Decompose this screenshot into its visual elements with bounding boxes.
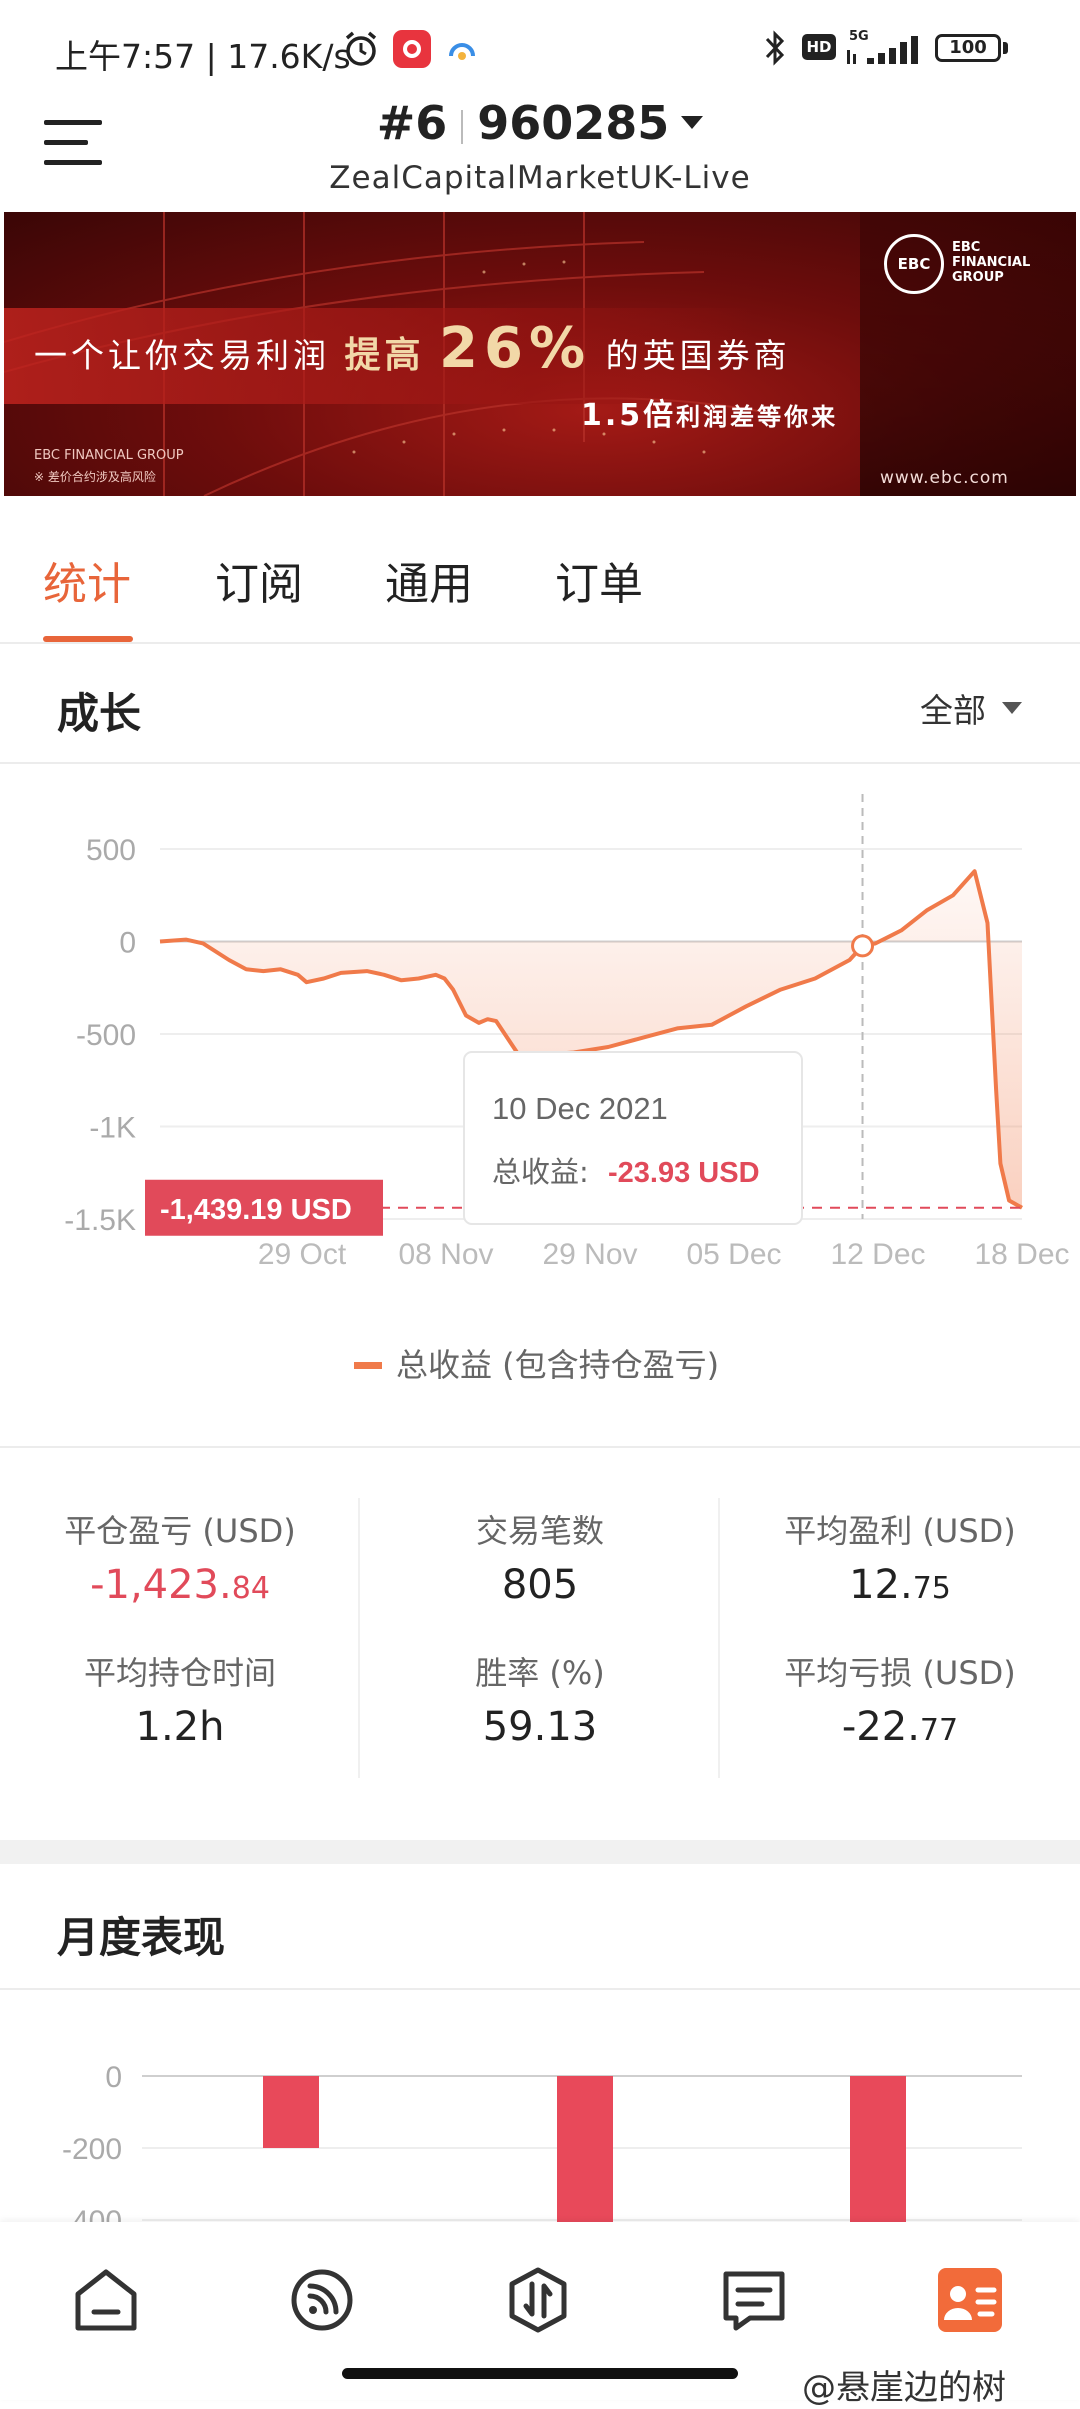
home-icon[interactable] xyxy=(66,2260,146,2340)
y-tick-label: 0 xyxy=(105,2061,122,2094)
battery-tip xyxy=(1003,42,1008,54)
x-tick-label: 29 Oct xyxy=(258,1238,347,1271)
period-filter[interactable]: 全部 xyxy=(920,684,986,732)
weather-app-icon xyxy=(449,43,475,60)
growth-section-header: 成长 全部 xyxy=(0,644,1080,764)
netease-music-icon xyxy=(393,30,431,68)
battery-icon: 100 xyxy=(935,34,1001,62)
server-name: ZealCapitalMarketUK-Live xyxy=(329,160,751,196)
tab-bar: 统计 订阅 通用 订单 xyxy=(0,496,1080,644)
banner-headline: 一个让你交易利润 提高 26% 的英国券商 xyxy=(34,316,791,381)
banner-brand: EBC FINANCIAL GROUP xyxy=(34,448,184,463)
y-tick-label: -400 xyxy=(62,2205,122,2222)
alarm-icon xyxy=(345,31,377,66)
account-prefix: #6 xyxy=(376,96,448,150)
y-tick-label: -1.5K xyxy=(64,1204,136,1237)
tooltip-value: -23.93 USD xyxy=(608,1157,760,1189)
home-indicator xyxy=(342,2368,738,2379)
monthly-bar-chart[interactable]: 0 -200 -400 xyxy=(0,1990,1080,2222)
x-tick-label: 12 Dec xyxy=(830,1238,925,1271)
monthly-bar xyxy=(557,2076,613,2222)
x-tick-label: 05 Dec xyxy=(686,1238,781,1271)
statistics-grid: 平仓盈亏 (USD) -1,423.84 交易笔数 805 平均盈利 (USD)… xyxy=(0,1446,1080,1828)
tab-orders[interactable]: 订单 xyxy=(555,548,643,612)
profile-icon[interactable] xyxy=(930,2260,1010,2340)
account-selector[interactable]: #6 960285 xyxy=(0,96,1080,150)
tab-statistics[interactable]: 统计 xyxy=(43,548,131,612)
monthly-section-header: 月度表现 xyxy=(0,1864,1080,1990)
tooltip-date: 10 Dec 2021 xyxy=(492,1091,668,1126)
status-icons: HD 5G 100 xyxy=(760,26,1080,70)
chevron-down-icon xyxy=(681,116,704,129)
banner-disclaimer: ※ 差价合约涉及高风险 xyxy=(34,470,156,484)
x-tick-label: 08 Nov xyxy=(398,1238,493,1271)
legend-swatch xyxy=(354,1362,382,1369)
chart-legend: 总收益 (包含持仓盈亏) xyxy=(354,1346,719,1384)
ad-banner[interactable]: 一个让你交易利润 提高 26% 的英国券商 1.5倍利润差等你来 EBC EBC… xyxy=(4,212,1076,496)
stat-closed-pnl: 平仓盈亏 (USD) -1,423.84 xyxy=(64,1512,296,1608)
hd-badge: HD xyxy=(802,34,836,60)
y-tick-label: 500 xyxy=(86,834,136,867)
chart-tooltip: 10 Dec 2021 总收益: -23.93 USD xyxy=(463,1051,803,1225)
tab-subscription[interactable]: 订阅 xyxy=(215,548,303,612)
section-title: 月度表现 xyxy=(57,1913,226,1962)
network-type: 5G xyxy=(849,29,869,44)
account-number: 960285 xyxy=(477,96,670,150)
trade-icon[interactable] xyxy=(498,2260,578,2340)
y-tick-label: -200 xyxy=(62,2133,122,2166)
tab-indicator xyxy=(43,636,133,642)
ebc-logo-text: EBC FINANCIAL GROUP xyxy=(952,240,1031,285)
crosshair-point xyxy=(851,934,875,958)
y-tick-label: 0 xyxy=(119,927,136,960)
status-bar: 上午7:57 | 17.6K/s HD 5G 100 xyxy=(0,0,1080,92)
section-title: 成长 xyxy=(57,689,142,738)
banner-subheadline: 1.5倍利润差等你来 xyxy=(581,398,839,433)
messages-icon[interactable] xyxy=(714,2260,794,2340)
section-divider xyxy=(0,1840,1080,1864)
watermark: @悬崖边的树 xyxy=(802,2368,1006,2408)
chevron-down-icon[interactable] xyxy=(1002,702,1022,714)
stat-avg-profit: 平均盈利 (USD) 12.75 xyxy=(784,1512,1016,1608)
stat-avg-holding-time: 平均持仓时间 1.2h xyxy=(83,1654,276,1750)
legend-label: 总收益 (包含持仓盈亏) xyxy=(396,1346,719,1384)
feed-icon[interactable] xyxy=(282,2260,362,2340)
growth-chart[interactable]: 500 0 -500 -1K -1.5K 29 Oct 08 Nov 29 Nov 05 De… xyxy=(0,764,1080,1444)
status-time-speed: 上午7:57 | 17.6K/s xyxy=(55,37,351,76)
stat-win-rate: 胜率 (%) 59.13 xyxy=(475,1654,605,1750)
tooltip-label: 总收益: xyxy=(492,1155,589,1189)
monthly-bar xyxy=(263,2076,319,2148)
y-tick-label: -1K xyxy=(89,1112,136,1145)
x-tick-label: 18 Dec xyxy=(974,1238,1069,1271)
stat-avg-loss: 平均亏损 (USD) -22.77 xyxy=(784,1654,1016,1750)
current-value-label: -1,439.19 USD xyxy=(160,1194,352,1226)
banner-url: www.ebc.com xyxy=(880,468,1009,488)
monthly-bar xyxy=(850,2076,906,2222)
ebc-logo-icon: EBC xyxy=(884,234,944,294)
y-tick-label: -500 xyxy=(76,1019,136,1052)
bluetooth-icon xyxy=(765,30,785,66)
stat-trade-count: 交易笔数 805 xyxy=(475,1512,604,1608)
signal-icon: 5G xyxy=(847,29,918,64)
x-tick-label: 29 Nov xyxy=(542,1238,637,1271)
tab-general[interactable]: 通用 xyxy=(385,548,473,612)
